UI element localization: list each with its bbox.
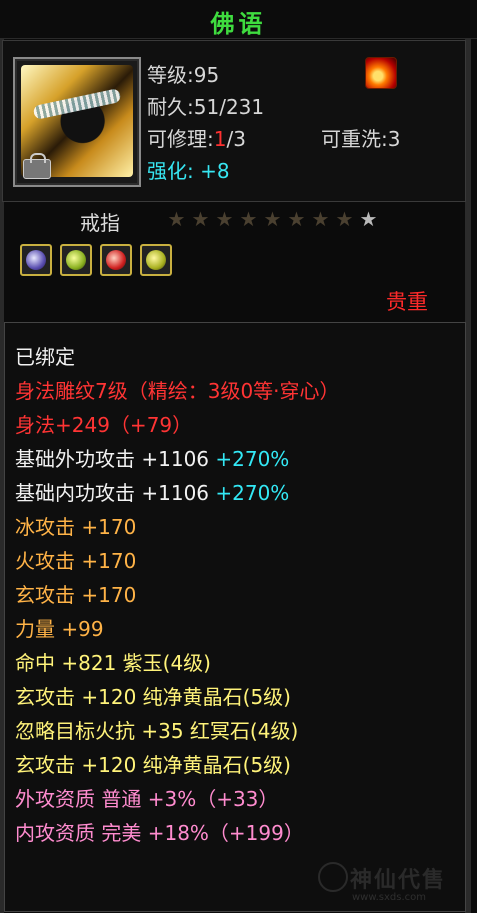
- attribute-line: 已绑定: [15, 341, 75, 370]
- star-rating: ★ ★ ★ ★ ★ ★ ★ ★ ★: [166, 209, 379, 230]
- attribute-list: 已绑定身法雕纹7级（精绘：3级0等·穿心） 身法+249（+79） 基础外功攻击 +…: [4, 322, 466, 912]
- attribute-text: 火攻击 +170: [15, 549, 137, 573]
- attribute-text: 外攻资质 普通 +3%（+33）: [15, 787, 279, 811]
- item-durability: 耐久:51/231: [147, 95, 265, 119]
- attribute-text: +270%: [215, 481, 290, 505]
- star-icon: ★: [191, 207, 210, 231]
- star-icon: ★: [167, 207, 186, 231]
- item-level: 等级:95: [147, 63, 220, 87]
- item-icon-frame[interactable]: [13, 57, 141, 187]
- item-type: 戒指: [80, 211, 120, 235]
- attribute-text: 基础内功攻击 +1106: [15, 481, 216, 505]
- attribute-text: 身法雕纹7级（精绘：3级0等·穿心）: [15, 379, 340, 403]
- attribute-text: 冰攻击 +170: [15, 515, 137, 539]
- red-gem-icon[interactable]: [100, 244, 132, 276]
- star-icon: ★: [359, 207, 378, 231]
- attribute-line: 玄攻击 +120 纯净黄晶石(5级): [15, 749, 291, 778]
- item-name-title: 佛语: [210, 10, 267, 38]
- watermark-logo-icon: [318, 862, 348, 892]
- attribute-text: 玄攻击 +120 纯净黄晶石(5级): [15, 753, 291, 777]
- attribute-text: 已绑定: [15, 345, 75, 369]
- attribute-line: 外攻资质 普通 +3%（+33）: [15, 783, 278, 812]
- attribute-line: 身法雕纹7级（精绘：3级0等·穿心）: [15, 375, 340, 404]
- star-icon: ★: [215, 207, 234, 231]
- attribute-text: 力量 +99: [15, 617, 104, 641]
- yellow-gem-icon[interactable]: [140, 244, 172, 276]
- attribute-line: 火攻击 +170: [15, 545, 136, 574]
- star-icon: ★: [335, 207, 354, 231]
- attribute-line: 基础外功攻击 +1106 +270%: [15, 443, 289, 472]
- attribute-line: 冰攻击 +170: [15, 511, 136, 540]
- bound-lock-icon: [23, 153, 51, 179]
- watermark-text: 神仙代售: [350, 868, 447, 893]
- star-icon: ★: [263, 207, 282, 231]
- attribute-text: 命中 +821 紫玉(4级): [15, 651, 211, 675]
- fire-element-icon: [365, 57, 397, 89]
- attribute-line: 命中 +821 紫玉(4级): [15, 647, 211, 676]
- star-icon: ★: [239, 207, 258, 231]
- item-enhance: 强化: +8: [147, 159, 230, 183]
- attribute-line: 身法+249（+79）: [15, 409, 192, 438]
- attribute-line: 玄攻击 +170: [15, 579, 136, 608]
- title-bar: 佛语: [0, 0, 477, 39]
- item-rewash: 可重洗:3: [321, 127, 401, 151]
- item-quality: 贵重: [386, 290, 428, 314]
- attribute-line: 忽略目标火抗 +35 红冥石(4级): [15, 715, 298, 744]
- attribute-text: +270%: [215, 447, 290, 471]
- gem-slots: [20, 244, 172, 276]
- attribute-line: 玄攻击 +120 纯净黄晶石(5级): [15, 681, 291, 710]
- attribute-line: 内攻资质 完美 +18%（+199）: [15, 817, 304, 846]
- item-header: 等级:95 耐久:51/231 可修理:1/3 可重洗:3 强化: +8: [2, 40, 466, 202]
- green-gem-icon[interactable]: [60, 244, 92, 276]
- watermark-url: www.sxds.com: [352, 892, 427, 903]
- attribute-line: 基础内功攻击 +1106 +270%: [15, 477, 289, 506]
- item-tooltip-panel: 佛语 等级:95 耐久:51/231 可修理:1/3 可重洗:3 强化: +8 …: [0, 0, 477, 913]
- attribute-text: 基础外功攻击 +1106: [15, 447, 216, 471]
- attribute-text: 玄攻击 +120 纯净黄晶石(5级): [15, 685, 291, 709]
- star-icon: ★: [311, 207, 330, 231]
- item-repairable: 可修理:1/3: [147, 127, 246, 151]
- attribute-text: 身法+249（+79）: [15, 413, 193, 437]
- purple-gem-icon[interactable]: [20, 244, 52, 276]
- attribute-text: 玄攻击 +170: [15, 583, 137, 607]
- attribute-text: 内攻资质 完美 +18%（+199）: [15, 821, 304, 845]
- star-icon: ★: [287, 207, 306, 231]
- attribute-line: 力量 +99: [15, 613, 104, 642]
- attribute-text: 忽略目标火抗 +35 红冥石(4级): [15, 719, 299, 743]
